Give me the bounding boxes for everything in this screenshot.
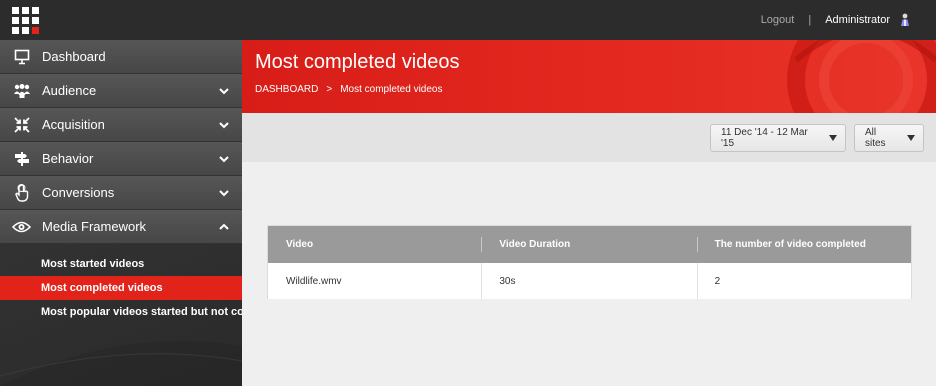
submenu-item-most-started-videos[interactable]: Most started videos [0, 252, 242, 276]
cell-video-name: Wildlife.wmv [286, 275, 342, 287]
topbar-separator: | [808, 14, 812, 26]
sidebar-item-label: Media Framework [42, 219, 147, 234]
sidebar-item-acquisition[interactable]: Acquisition [0, 108, 242, 142]
filter-bar: 11 Dec '14 - 12 Mar '15 All sites [242, 113, 936, 162]
chevron-down-icon[interactable] [218, 85, 230, 97]
sidebar-item-dashboard[interactable]: Dashboard [0, 40, 242, 74]
site-filter-label: All sites [865, 127, 886, 149]
breadcrumb-separator: > [326, 84, 333, 95]
submenu-item-most-completed-videos[interactable]: Most completed videos [0, 276, 242, 300]
users-icon [12, 81, 31, 100]
pointer-hand-icon [12, 183, 31, 202]
top-bar: Logout | Administrator [0, 0, 936, 40]
sidebar-item-label: Behavior [42, 151, 94, 166]
chevron-down-icon[interactable] [218, 153, 230, 165]
videos-table: Video Video Duration The number of video… [267, 225, 912, 299]
column-header-completed-count[interactable]: The number of video completed [696, 226, 911, 263]
media-framework-submenu: Most started videos Most completed video… [0, 244, 242, 324]
column-header-video[interactable]: Video [268, 226, 481, 263]
sidebar-decoration [0, 341, 242, 386]
breadcrumb: DASHBOARD > Most completed videos [255, 84, 442, 95]
monitor-icon [12, 47, 31, 66]
chevron-down-icon[interactable] [218, 187, 230, 199]
column-header-video-duration[interactable]: Video Duration [481, 226, 696, 263]
caret-down-icon [829, 135, 837, 141]
sidebar-item-audience[interactable]: Audience [0, 74, 242, 108]
site-filter-dropdown[interactable]: All sites [854, 124, 924, 152]
signpost-icon [12, 149, 31, 168]
sidebar-item-media-framework[interactable]: Media Framework [0, 210, 242, 244]
sidebar-item-label: Acquisition [42, 117, 105, 132]
sidebar-item-label: Dashboard [42, 49, 106, 64]
app-logo-grid-icon[interactable] [12, 7, 39, 34]
caret-down-icon [907, 135, 915, 141]
logout-link[interactable]: Logout [761, 14, 795, 26]
cell-completed-count: 2 [696, 263, 911, 299]
user-name-link[interactable]: Administrator [825, 14, 890, 26]
user-icon[interactable] [900, 13, 910, 27]
sidebar-item-behavior[interactable]: Behavior [0, 142, 242, 176]
chevron-up-icon[interactable] [218, 221, 230, 233]
arrows-inward-icon [12, 115, 31, 134]
sidebar-item-label: Audience [42, 83, 97, 98]
table-row[interactable]: Wildlife.wmv 30s 2 [268, 263, 911, 299]
chevron-down-icon[interactable] [218, 119, 230, 131]
header-decoration [787, 40, 936, 113]
sidebar-item-conversions[interactable]: Conversions [0, 176, 242, 210]
eye-icon [12, 217, 31, 236]
table-header: Video Video Duration The number of video… [268, 226, 911, 263]
sidebar: Dashboard Audience Acquisition Behavior … [0, 40, 242, 386]
cell-video-duration: 30s [481, 263, 696, 299]
top-right-links: Logout | Administrator [761, 0, 910, 40]
breadcrumb-dashboard-link[interactable]: DASHBOARD [255, 84, 318, 95]
breadcrumb-current: Most completed videos [340, 84, 443, 95]
date-range-label: 11 Dec '14 - 12 Mar '15 [721, 127, 808, 149]
page-title: Most completed videos [255, 51, 460, 73]
date-range-dropdown[interactable]: 11 Dec '14 - 12 Mar '15 [710, 124, 846, 152]
sidebar-item-label: Conversions [42, 185, 115, 200]
page-header: Most completed videos DASHBOARD > Most c… [242, 40, 936, 113]
